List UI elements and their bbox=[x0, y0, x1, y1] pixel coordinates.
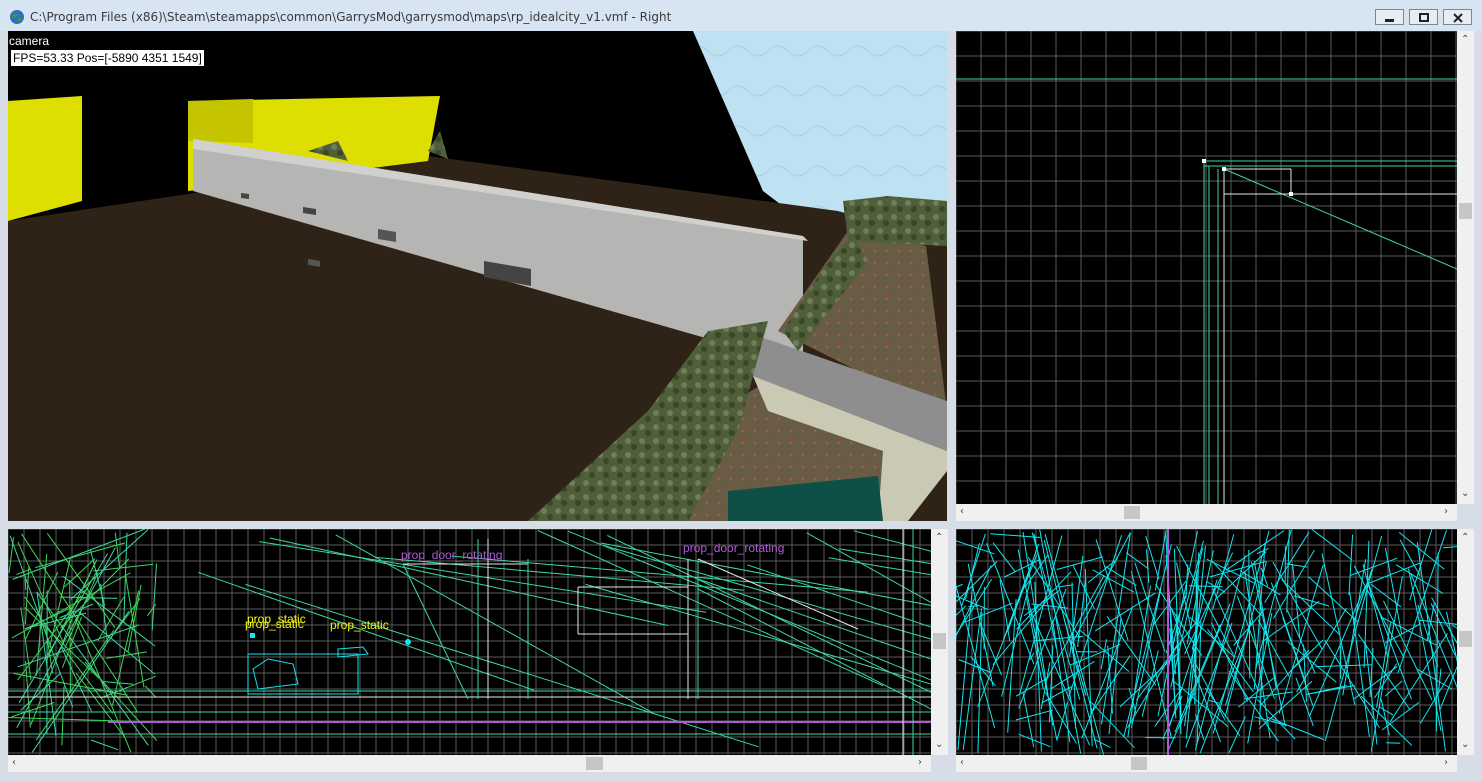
scroll-left-arrow-icon[interactable]: ‹ bbox=[960, 758, 964, 768]
entity-label: prop_static bbox=[245, 617, 304, 631]
scroll-down-arrow-icon[interactable]: ⌄ bbox=[935, 740, 943, 750]
viewport-type-label[interactable]: camera bbox=[9, 34, 49, 48]
bottom-left-horizontal-scrollbar[interactable]: ‹ › bbox=[8, 755, 931, 772]
scroll-thumb[interactable] bbox=[586, 757, 603, 770]
scroll-down-arrow-icon[interactable]: ⌄ bbox=[1461, 489, 1469, 499]
scroll-thumb[interactable] bbox=[1124, 506, 1140, 519]
scroll-up-arrow-icon[interactable]: ⌃ bbox=[1461, 35, 1469, 45]
scroll-thumb[interactable] bbox=[1459, 631, 1472, 647]
scroll-down-arrow-icon[interactable]: ⌄ bbox=[1461, 740, 1469, 750]
scroll-thumb[interactable] bbox=[1459, 203, 1472, 219]
viewport-bottom-right-2d[interactable] bbox=[956, 529, 1457, 755]
scroll-thumb[interactable] bbox=[1131, 757, 1147, 770]
title-bar: C:\Program Files (x86)\Steam\steamapps\c… bbox=[0, 0, 1482, 31]
scroll-up-arrow-icon[interactable]: ⌃ bbox=[935, 533, 943, 543]
close-icon bbox=[1453, 13, 1463, 23]
viewport-bottom-left-2d[interactable]: prop_door_rotating prop_door_rotating pr… bbox=[8, 529, 931, 755]
app-globe-icon bbox=[10, 10, 24, 24]
bottom-left-vertical-scrollbar[interactable]: ⌃ ⌄ bbox=[931, 529, 948, 755]
bottom-right-vertical-scrollbar[interactable]: ⌃ ⌄ bbox=[1457, 529, 1474, 755]
restore-icon bbox=[1419, 13, 1429, 22]
scroll-left-arrow-icon[interactable]: ‹ bbox=[12, 758, 16, 768]
top-right-vertical-scrollbar[interactable]: ⌃ ⌄ bbox=[1457, 31, 1474, 504]
scroll-right-arrow-icon[interactable]: › bbox=[918, 758, 922, 768]
restore-button[interactable] bbox=[1409, 9, 1438, 25]
entity-label: prop_static bbox=[330, 618, 389, 632]
scroll-left-arrow-icon[interactable]: ‹ bbox=[960, 507, 964, 517]
entity-label: prop_door_rotating bbox=[401, 548, 503, 562]
top-right-horizontal-scrollbar[interactable]: ‹ › bbox=[956, 504, 1457, 521]
grid-wireframe-bottom-right bbox=[956, 529, 1457, 755]
bottom-right-horizontal-scrollbar[interactable]: ‹ › bbox=[956, 755, 1457, 772]
minimize-icon bbox=[1385, 19, 1394, 22]
entity-label: prop_door_rotating bbox=[683, 541, 785, 555]
scroll-right-arrow-icon[interactable]: › bbox=[1444, 507, 1448, 517]
scroll-up-arrow-icon[interactable]: ⌃ bbox=[1461, 533, 1469, 543]
grid-wireframe-top-right bbox=[956, 31, 1457, 504]
viewport-top-right-2d[interactable] bbox=[956, 31, 1457, 504]
scroll-thumb[interactable] bbox=[933, 633, 946, 649]
minimize-button[interactable] bbox=[1375, 9, 1404, 25]
scroll-right-arrow-icon[interactable]: › bbox=[1444, 758, 1448, 768]
grid-wireframe-bottom-left bbox=[8, 529, 931, 755]
scene-3d-render bbox=[8, 31, 947, 521]
close-button[interactable] bbox=[1443, 9, 1472, 25]
fps-position-readout: FPS=53.33 Pos=[-5890 4351 1549] bbox=[10, 49, 205, 67]
window-title: C:\Program Files (x86)\Steam\steamapps\c… bbox=[30, 10, 672, 24]
viewport-3d-camera[interactable]: camera FPS=53.33 Pos=[-5890 4351 1549] bbox=[8, 31, 947, 521]
